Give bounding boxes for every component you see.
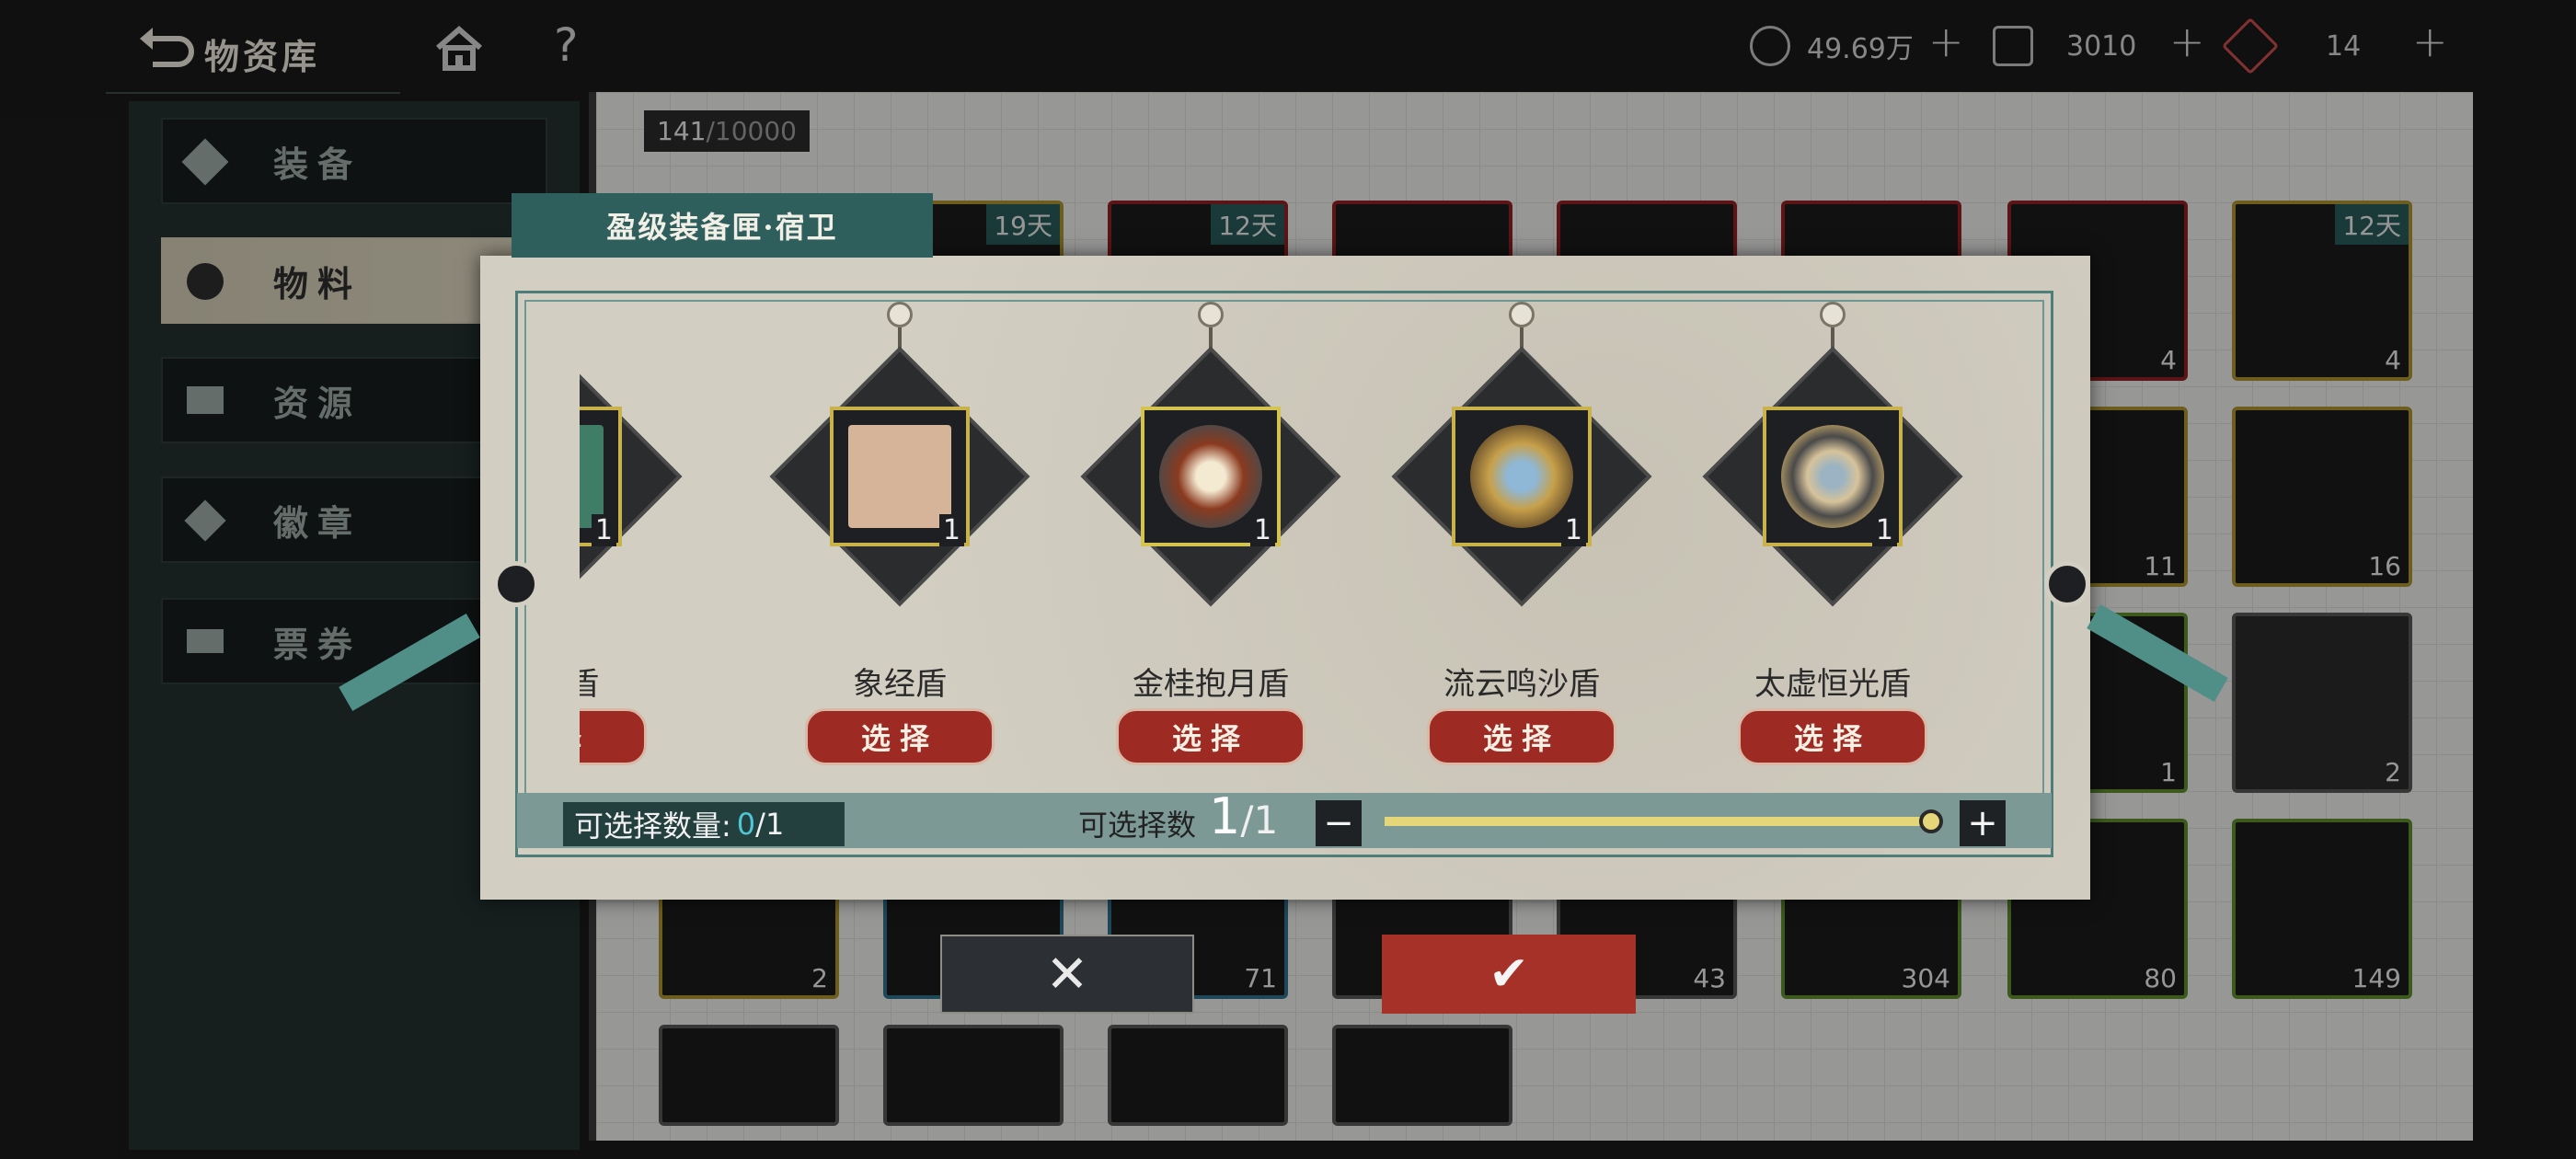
item-name: 流云鸣沙盾 <box>1443 666 1600 703</box>
item-name: 象经盾 <box>853 666 947 703</box>
check-icon: ✔ <box>1489 947 1529 1002</box>
choice-item: 1 太虚恒光盾 选择 <box>1702 293 1963 780</box>
item-frame[interactable]: 1 <box>1141 407 1281 546</box>
pin-icon <box>887 302 913 327</box>
bamboo-shield-icon <box>580 425 604 528</box>
choose-quantity: 1/1 <box>1209 787 1278 845</box>
cancel-button[interactable]: ✕ <box>940 935 1194 1014</box>
slider-handle[interactable] <box>1919 809 1943 833</box>
dialog-title: 盈级装备匣·宿卫 <box>512 193 933 258</box>
pin-icon <box>1198 302 1224 327</box>
increase-button[interactable]: + <box>1960 800 2006 846</box>
pin-icon <box>1820 302 1846 327</box>
item-frame[interactable]: 1 <box>1763 407 1903 546</box>
slider-fill <box>1385 817 1933 826</box>
item-name: 猫竹盾 <box>580 666 599 703</box>
item-qty: 1 <box>591 514 616 546</box>
selectable-max: /1 <box>755 807 785 842</box>
choice-item: 1 流云鸣沙盾 选择 <box>1391 293 1652 780</box>
confirm-button[interactable]: ✔ <box>1382 935 1636 1014</box>
chessboard-shield-icon <box>848 425 951 528</box>
item-frame[interactable]: 1 <box>830 407 970 546</box>
item-qty: 1 <box>1560 514 1586 546</box>
ribbon-knot-right <box>2044 561 2090 607</box>
select-button[interactable]: 选择 <box>1738 708 1927 765</box>
choose-label: 可选择数 <box>1078 808 1197 843</box>
item-frame[interactable]: 1 <box>580 407 622 546</box>
item-qty: 1 <box>1249 514 1275 546</box>
choice-item: 1 猫竹盾 选择 <box>580 293 683 780</box>
choose-current: 1 <box>1209 787 1241 845</box>
ribbon-knot-left <box>493 561 539 607</box>
round-shield-icon <box>1781 425 1884 528</box>
item-name: 金桂抱月盾 <box>1133 666 1289 703</box>
cloud-shield-icon <box>1470 425 1573 528</box>
selectable-count: 可选择数量: 0 /1 <box>563 802 845 846</box>
moon-shield-icon <box>1159 425 1262 528</box>
item-qty: 1 <box>938 514 964 546</box>
choose-max: /1 <box>1240 798 1279 843</box>
select-button[interactable]: 选择 <box>805 708 995 765</box>
select-button[interactable]: 选择 <box>1116 708 1305 765</box>
item-frame[interactable]: 1 <box>1452 407 1592 546</box>
choice-item: 1 金桂抱月盾 选择 <box>1080 293 1341 780</box>
choice-item: 1 象经盾 选择 <box>769 293 1030 780</box>
item-carousel[interactable]: 1 猫竹盾 选择 1 象经盾 选择 1 金桂抱月盾 选择 1 流云鸣沙盾 <box>580 293 1996 780</box>
select-button[interactable]: 选择 <box>580 708 647 765</box>
pin-icon <box>1509 302 1535 327</box>
quantity-slider[interactable] <box>1385 817 1933 826</box>
selectable-label: 可选择数量: <box>574 809 731 843</box>
item-qty: 1 <box>1871 514 1897 546</box>
close-icon: ✕ <box>1045 944 1089 1004</box>
select-button[interactable]: 选择 <box>1427 708 1616 765</box>
selectable-current: 0 <box>736 807 756 842</box>
item-name: 太虚恒光盾 <box>1754 666 1911 703</box>
decrease-button[interactable]: − <box>1316 800 1362 846</box>
